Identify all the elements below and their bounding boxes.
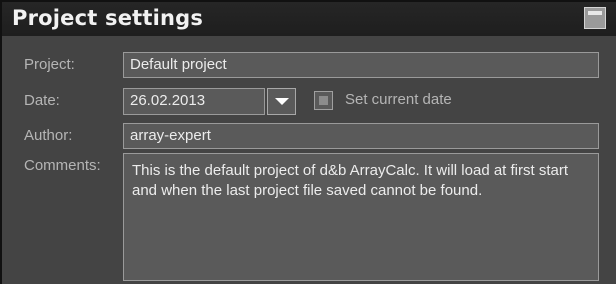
comments-label: Comments: bbox=[24, 157, 101, 174]
set-current-date-label[interactable]: Set current date bbox=[345, 91, 452, 108]
checkbox-indicator bbox=[319, 96, 328, 105]
project-label: Project: bbox=[24, 56, 75, 73]
minimize-button[interactable] bbox=[584, 7, 606, 29]
date-dropdown-button[interactable] bbox=[267, 88, 296, 115]
set-current-date-checkbox[interactable] bbox=[314, 91, 333, 110]
minimize-icon bbox=[588, 11, 602, 15]
date-input[interactable]: 26.02.2013 bbox=[123, 88, 265, 115]
project-settings-panel: Project settings Project: Default projec… bbox=[0, 0, 616, 284]
project-input[interactable]: Default project bbox=[123, 52, 599, 78]
panel-title: Project settings bbox=[12, 6, 204, 30]
title-bar: Project settings bbox=[2, 2, 616, 36]
comments-textarea[interactable]: This is the default project of d&b Array… bbox=[123, 153, 599, 281]
date-label: Date: bbox=[24, 92, 60, 109]
chevron-down-icon bbox=[275, 98, 289, 105]
author-label: Author: bbox=[24, 127, 73, 144]
author-input[interactable]: array-expert bbox=[123, 123, 599, 149]
